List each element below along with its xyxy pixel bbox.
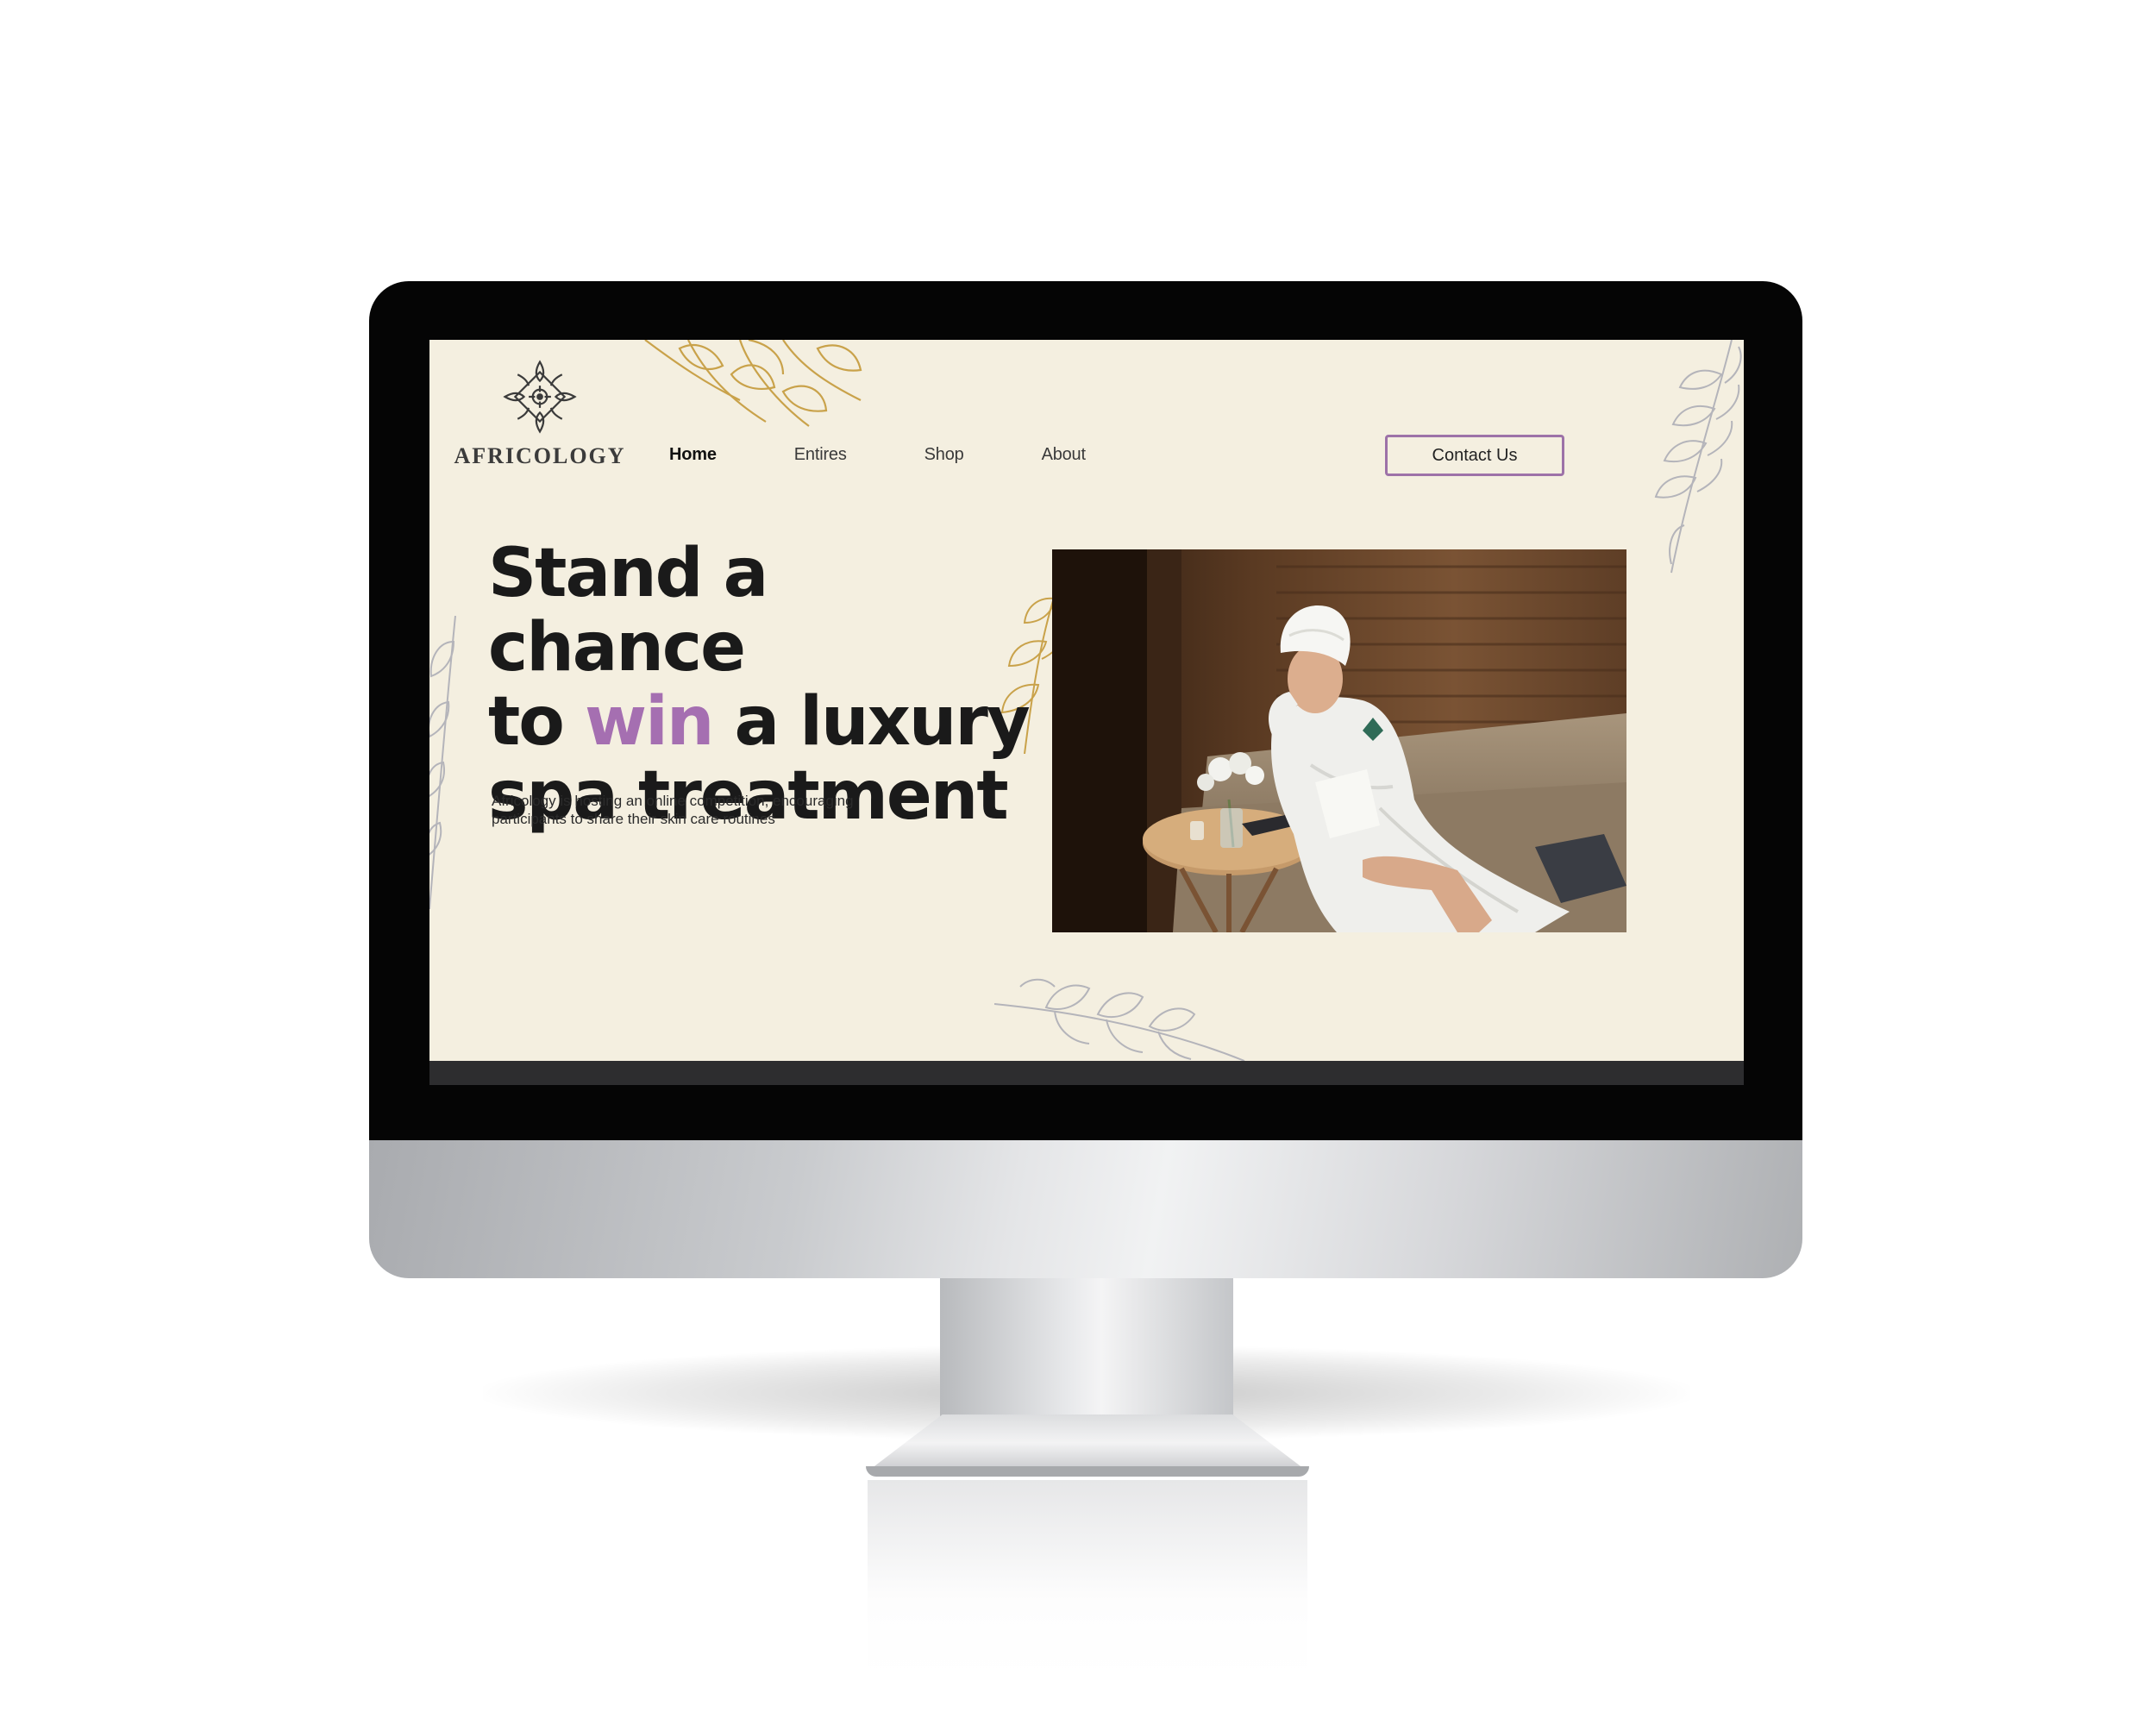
contact-us-button[interactable]: Contact Us <box>1385 435 1564 476</box>
grey-fern-right-icon <box>1654 340 1742 574</box>
hero-description: Africology is hosting an online competit… <box>492 793 854 827</box>
hero-image <box>1052 549 1626 932</box>
hero-headline: Stand a chance to win a luxury spa treat… <box>488 536 1040 833</box>
headline-line-2-post: a luxury <box>712 683 1031 761</box>
nav-entires[interactable]: Entires <box>794 445 847 465</box>
nav-home[interactable]: Home <box>669 445 717 465</box>
grey-fern-left-icon <box>429 616 456 909</box>
website-screen: AFRICOLOGY Home Entires Shop About Conta… <box>429 340 1744 1061</box>
stand-reflection <box>868 1480 1307 1678</box>
spa-woman-photo <box>1052 549 1626 932</box>
monitor-chin <box>369 1140 1802 1278</box>
nav-about[interactable]: About <box>1042 445 1086 465</box>
brand-name: AFRICOLOGY <box>454 443 626 468</box>
main-nav: Home Entires Shop About <box>669 445 1163 465</box>
monitor-stand-neck <box>940 1278 1233 1433</box>
headline-line-1: Stand a chance <box>488 535 768 687</box>
monitor-stand-foot <box>868 1414 1307 1471</box>
gold-leaf-top-icon <box>644 340 862 427</box>
ornament-logo-icon <box>503 360 577 434</box>
headline-accent-win: win <box>585 683 714 761</box>
grey-fern-bottom-icon <box>994 978 1245 1061</box>
brand-logo[interactable]: AFRICOLOGY <box>454 357 626 469</box>
headline-line-2-pre: to <box>488 683 586 761</box>
nav-shop[interactable]: Shop <box>924 445 964 465</box>
monitor-stand-edge <box>866 1466 1309 1477</box>
screen-bottom-bar <box>429 1061 1744 1085</box>
